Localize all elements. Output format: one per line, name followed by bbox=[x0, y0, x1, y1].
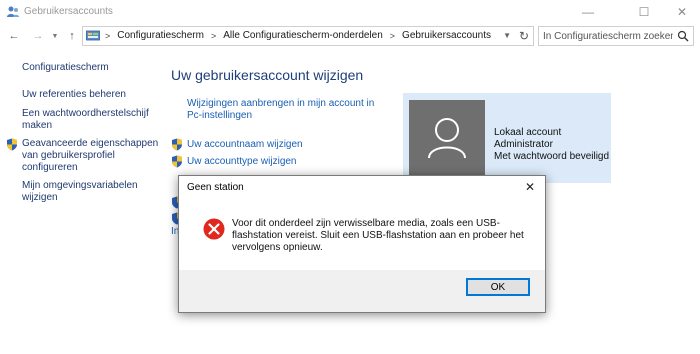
sidebar-item-label-line: maken bbox=[22, 120, 53, 131]
account-role-label: Administrator bbox=[494, 139, 553, 150]
account-info: Lokaal account Administrator Met wachtwo… bbox=[494, 127, 609, 163]
up-button[interactable]: ↑ bbox=[64, 28, 80, 44]
back-button[interactable]: ← bbox=[6, 28, 22, 44]
account-panel: Lokaal account Administrator Met wachtwo… bbox=[403, 93, 611, 183]
sidebar-item-omgevingsvariabelen[interactable]: Mijn omgevingsvariabelen wijzigen bbox=[22, 180, 138, 204]
sidebar-item-label-line: Mijn omgevingsvariabelen bbox=[22, 180, 138, 191]
breadcrumb-separator: > bbox=[105, 30, 111, 41]
error-icon bbox=[203, 218, 225, 240]
close-window-button[interactable]: ✕ bbox=[660, 0, 700, 24]
search-input[interactable] bbox=[543, 29, 673, 43]
sidebar-item-label-line: Een wachtwoordherstelschijf bbox=[22, 108, 149, 119]
sidebar-item-configuratiescherm[interactable]: Configuratiescherm bbox=[22, 62, 109, 74]
breadcrumb-alle-onderdelen[interactable]: Alle Configuratiescherm-onderdelen bbox=[223, 30, 383, 41]
breadcrumb-configuratiescherm[interactable]: Configuratiescherm bbox=[117, 30, 204, 41]
account-password-label: Met wachtwoord beveiligd bbox=[494, 151, 610, 162]
dialog-title: Geen station bbox=[187, 182, 244, 193]
uac-shield-icon bbox=[172, 155, 182, 168]
title-bar: Gebruikersaccounts — ☐ ✕ bbox=[0, 0, 700, 24]
user-accounts-icon bbox=[7, 6, 19, 17]
pc-settings-link[interactable]: Wijzigingen aanbrengen in mijn account i… bbox=[187, 98, 374, 122]
refresh-button[interactable]: ↻ bbox=[519, 29, 529, 43]
avatar[interactable] bbox=[409, 100, 485, 176]
left-navigation: Configuratiescherm Uw referenties behere… bbox=[0, 48, 165, 354]
pc-settings-link-line: Pc-instellingen bbox=[187, 110, 253, 121]
recent-locations-dropdown[interactable]: ▼ bbox=[50, 28, 60, 44]
uac-shield-icon bbox=[172, 138, 182, 151]
sidebar-item-label-line: Geavanceerde eigenschappen bbox=[22, 138, 159, 149]
sidebar-item-wachtwoordherstelschijf[interactable]: Een wachtwoordherstelschijf maken bbox=[22, 108, 149, 132]
account-type-label: Lokaal account bbox=[494, 127, 562, 138]
breadcrumb-separator[interactable]: > bbox=[390, 31, 395, 41]
page-title: Uw gebruikersaccount wijzigen bbox=[171, 67, 364, 83]
user-icon bbox=[428, 118, 466, 159]
dialog-close-button[interactable]: ✕ bbox=[521, 178, 539, 196]
window-title: Gebruikersaccounts bbox=[24, 6, 113, 17]
navigation-bar: ← → ▼ ↑ > Configuratiescherm > Alle Conf… bbox=[0, 24, 700, 48]
ok-button[interactable]: OK bbox=[466, 278, 530, 296]
dialog-message: Voor dit onderdeel zijn verwisselbare me… bbox=[232, 218, 524, 253]
sidebar-item-label-line: wijzigen bbox=[22, 192, 58, 203]
sidebar-item-referenties[interactable]: Uw referenties beheren bbox=[22, 89, 126, 101]
minimize-button[interactable]: — bbox=[566, 0, 610, 24]
sidebar-item-label-line: van gebruikersprofiel bbox=[22, 150, 115, 161]
change-account-name-link[interactable]: Uw accountnaam wijzigen bbox=[187, 139, 303, 151]
pc-settings-link-line: Wijzigingen aanbrengen in mijn account i… bbox=[187, 98, 375, 109]
dialog-footer: OK bbox=[179, 270, 545, 312]
search-icon[interactable] bbox=[677, 30, 689, 42]
shield-icon-wrap bbox=[6, 138, 18, 151]
forward-button[interactable]: → bbox=[30, 28, 46, 44]
change-account-type-link[interactable]: Uw accounttype wijzigen bbox=[187, 156, 297, 168]
sidebar-item-geavanceerde-eigenschappen[interactable]: Geavanceerde eigenschappen van gebruiker… bbox=[22, 138, 158, 174]
address-bar[interactable]: > Configuratiescherm > Alle Configuratie… bbox=[82, 26, 534, 46]
uac-shield-icon bbox=[7, 138, 17, 151]
breadcrumb-separator[interactable]: > bbox=[211, 31, 216, 41]
breadcrumb: > Configuratiescherm > Alle Configuratie… bbox=[105, 30, 491, 41]
control-panel-icon bbox=[86, 30, 100, 41]
search-box[interactable] bbox=[538, 26, 694, 46]
breadcrumb-gebruikersaccounts[interactable]: Gebruikersaccounts bbox=[402, 30, 491, 41]
sidebar-item-label-line: configureren bbox=[22, 162, 78, 173]
address-dropdown-icon[interactable]: ▼ bbox=[503, 31, 511, 40]
error-dialog: Geen station ✕ Voor dit onderdeel zijn v… bbox=[178, 175, 546, 313]
